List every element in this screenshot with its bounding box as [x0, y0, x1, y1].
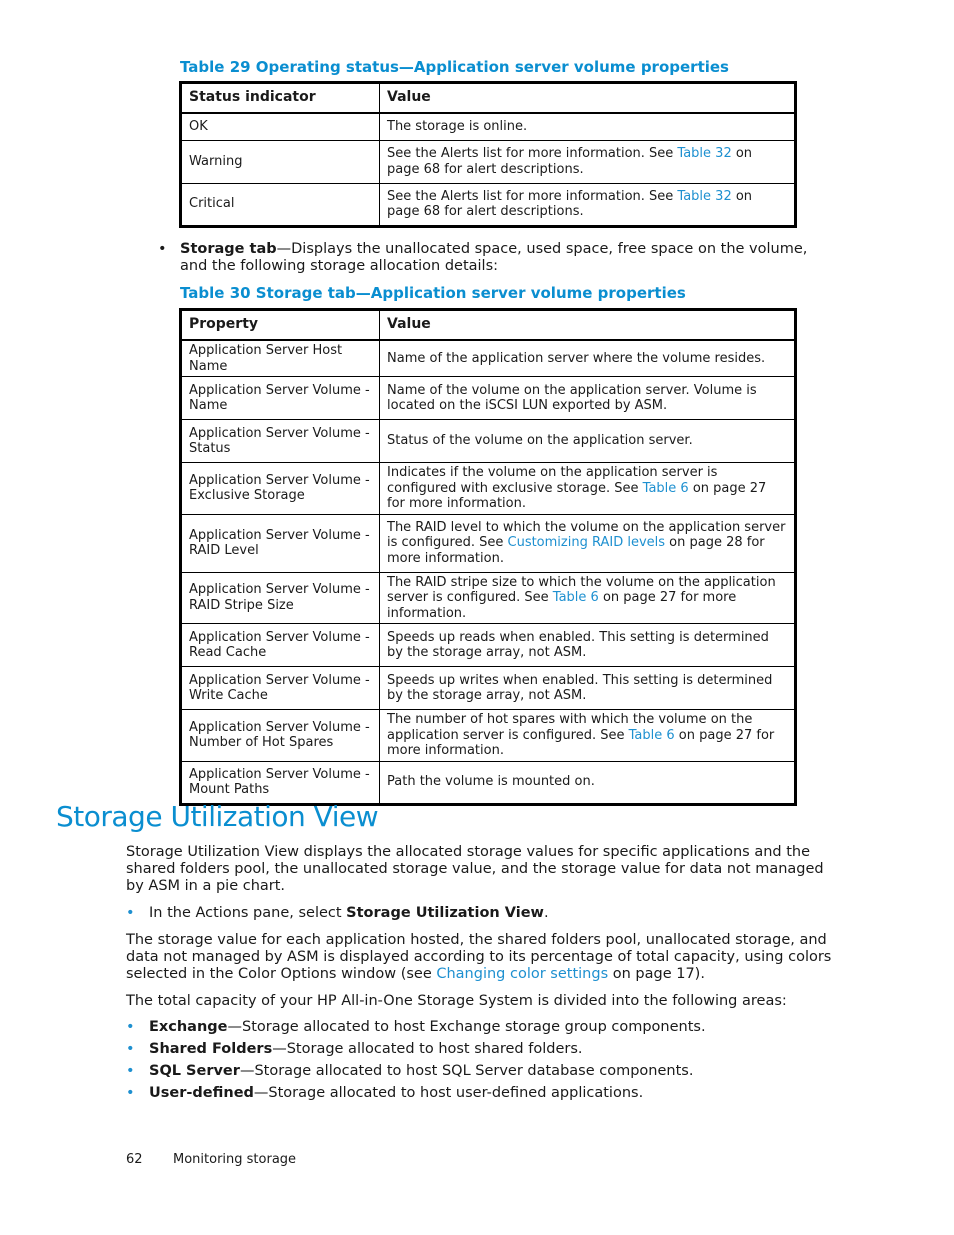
table-row: Application Server Volume - Exclusive St…: [180, 462, 796, 515]
table-30-header-value: Value: [379, 309, 796, 341]
bullet-icon: •: [126, 1041, 135, 1057]
value-cell: Name of the volume on the application se…: [379, 376, 796, 420]
table-row: Application Server Volume - Name Name of …: [180, 376, 796, 420]
value-cell: Name of the application server where the…: [379, 339, 796, 377]
status-cell: Critical: [180, 182, 380, 227]
bullet-icon: •: [126, 1063, 135, 1079]
property-cell: Application Server Volume - RAID Stripe …: [180, 571, 380, 624]
table-30: Property Value Application Server Host N…: [179, 308, 797, 806]
status-cell: OK: [180, 112, 380, 141]
value-cell: See the Alerts list for more information…: [379, 139, 796, 184]
value-text: Name of the application server where the…: [387, 350, 766, 366]
storage-tab-bullet: • Storage tab—Displays the unallocated s…: [158, 241, 808, 275]
table-row: Application Server Host Name Name of the …: [180, 339, 796, 377]
area-name: Shared Folders: [149, 1041, 273, 1057]
table-row: Application Server Volume - Number of Ho…: [180, 709, 796, 762]
area-list-item: • User-defined—Storage allocated to host …: [126, 1085, 826, 1107]
cross-reference-link[interactable]: Customizing RAID levels: [508, 535, 666, 550]
step-text: In the Actions pane, select: [149, 905, 347, 921]
table-29: Status indicator Value OK The storage is…: [179, 81, 797, 228]
bullet-icon: •: [126, 1019, 135, 1035]
value-cell: Speeds up reads when enabled. This setti…: [379, 623, 796, 667]
area-list-item: • Exchange—Storage allocated to host Exch…: [126, 1019, 826, 1041]
property-cell: Application Server Volume - Mount Paths: [180, 760, 380, 805]
value-text: Speeds up writes when enabled. This sett…: [387, 672, 773, 704]
step-text: .: [543, 905, 549, 921]
cross-reference-link[interactable]: Table 6: [629, 728, 675, 743]
table-row: Application Server Volume - RAID Stripe …: [180, 571, 796, 624]
area-desc: —Storage allocated to host SQL Server da…: [239, 1063, 694, 1079]
area-name: User-defined: [149, 1085, 254, 1101]
table-row: Warning See the Alerts list for more inf…: [180, 139, 796, 184]
value-text: Name of the volume on the application se…: [387, 382, 757, 414]
value-text: Status of the volume on the application …: [387, 433, 693, 449]
table-row: Application Server Volume - Write Cache S…: [180, 666, 796, 710]
property-cell: Application Server Volume - Read Cache: [180, 623, 380, 667]
cross-reference-link[interactable]: Table 6: [553, 590, 599, 605]
table-row: Application Server Volume - Read Cache Sp…: [180, 623, 796, 667]
area-desc: —Storage allocated to host shared folder…: [272, 1041, 583, 1057]
table-row: OK The storage is online.: [180, 112, 796, 141]
changing-color-settings-link[interactable]: Changing color settings: [436, 966, 608, 982]
step-bullet: • In the Actions pane, select Storage Ut…: [126, 905, 826, 922]
paragraph-colors: The storage value for each application h…: [126, 932, 836, 983]
table-row: Application Server Volume - Status Status…: [180, 419, 796, 463]
table-29-caption: Table 29 Operating status—Application se…: [180, 58, 729, 76]
chapter-name: Monitoring storage: [173, 1152, 297, 1167]
table-30-header-property: Property: [180, 309, 380, 341]
property-cell: Application Server Volume - Status: [180, 419, 380, 463]
section-intro: Storage Utilization View displays the al…: [126, 844, 824, 894]
area-name: Exchange: [149, 1019, 228, 1035]
page-number: 62: [126, 1152, 143, 1167]
property-cell: Application Server Volume - Write Cache: [180, 666, 380, 710]
table-32-link[interactable]: Table 32: [677, 189, 731, 204]
value-cell: The RAID stripe size to which the volume…: [379, 571, 796, 624]
value-cell: See the Alerts list for more information…: [379, 182, 796, 227]
value-cell: Status of the volume on the application …: [379, 419, 796, 463]
value-cell: Speeds up writes when enabled. This sett…: [379, 666, 796, 710]
table-32-link[interactable]: Table 32: [677, 146, 731, 161]
table-30-body: Application Server Host Name Name of the …: [180, 339, 796, 805]
property-cell: Application Server Volume - Exclusive St…: [180, 462, 380, 515]
area-desc: —Storage allocated to host user-defined …: [253, 1085, 644, 1101]
value-cell: The number of hot spares with which the …: [379, 709, 796, 762]
area-desc: —Storage allocated to host Exchange stor…: [227, 1019, 706, 1035]
property-cell: Application Server Volume - Name: [180, 376, 380, 420]
property-cell: Application Server Volume - RAID Level: [180, 513, 380, 573]
property-cell: Application Server Host Name: [180, 339, 380, 377]
bullet-icon: •: [126, 905, 135, 921]
storage-tab-label: Storage tab: [180, 241, 277, 257]
bullet-icon: •: [158, 241, 167, 257]
step-action: Storage Utilization View: [346, 905, 544, 921]
area-list-item: • SQL Server—Storage allocated to host SQ…: [126, 1063, 826, 1085]
value-text: See the Alerts list for more information…: [387, 146, 678, 161]
table-29-header-status: Status indicator: [180, 82, 380, 114]
table-30-caption: Table 30 Storage tab—Application server …: [180, 284, 686, 302]
cross-reference-link[interactable]: Table 6: [643, 481, 689, 496]
table-row: Critical See the Alerts list for more in…: [180, 182, 796, 227]
section-title: Storage Utilization View: [56, 800, 379, 833]
value-text: Speeds up reads when enabled. This setti…: [387, 629, 769, 661]
para-text: on page 17).: [608, 966, 705, 982]
area-name: SQL Server: [149, 1063, 240, 1079]
table-row: Application Server Volume - RAID Level Th…: [180, 513, 796, 573]
bullet-icon: •: [126, 1085, 135, 1101]
paragraph-capacity: The total capacity of your HP All-in-One…: [126, 993, 787, 1009]
value-cell: The RAID level to which the volume on th…: [379, 513, 796, 573]
property-cell: Application Server Volume - Number of Ho…: [180, 709, 380, 762]
status-cell: Warning: [180, 139, 380, 184]
table-29-header-value: Value: [379, 82, 796, 114]
value-cell: Path the volume is mounted on.: [379, 760, 796, 805]
value-text: Path the volume is mounted on.: [387, 774, 595, 790]
area-list-item: • Shared Folders—Storage allocated to hos…: [126, 1041, 826, 1063]
table-row: Application Server Volume - Mount Paths P…: [180, 760, 796, 805]
value-cell: The storage is online.: [379, 112, 796, 141]
areas-list: • Exchange—Storage allocated to host Exch…: [126, 1019, 826, 1107]
value-text: See the Alerts list for more information…: [387, 188, 678, 204]
value-cell: Indicates if the volume on the applicati…: [379, 462, 796, 515]
